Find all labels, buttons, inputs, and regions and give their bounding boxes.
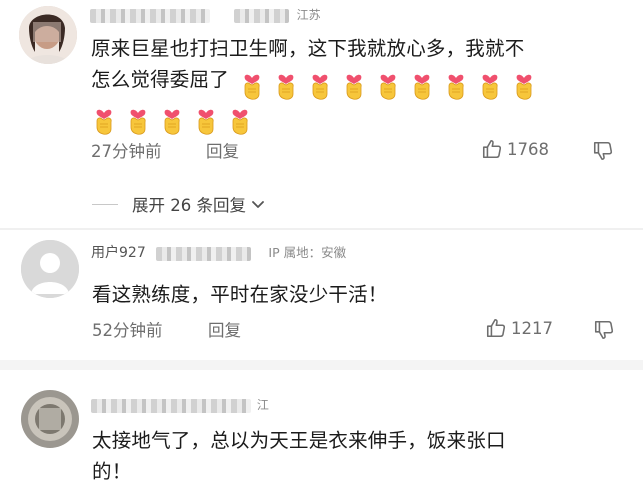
section-divider	[0, 360, 643, 370]
finger-heart-emoji	[477, 70, 503, 100]
finger-heart-emoji	[159, 105, 185, 135]
comment-text-line: 的！	[92, 460, 132, 483]
avatar[interactable]	[21, 240, 79, 298]
avatar[interactable]	[21, 390, 79, 448]
ip-location: IP 属地：安徽	[268, 245, 347, 260]
reply-button[interactable]: 回复	[208, 317, 241, 341]
thumbs-down-icon[interactable]	[593, 319, 615, 341]
emoji-row	[91, 104, 261, 136]
blurred-username	[90, 8, 210, 23]
like-button[interactable]: 1768	[481, 138, 549, 160]
thumbs-up-icon	[481, 138, 503, 160]
comment-time: 27分钟前	[91, 142, 162, 161]
finger-heart-emoji	[307, 70, 333, 100]
finger-heart-emoji	[91, 105, 117, 135]
default-avatar-icon	[21, 240, 79, 298]
comment-text-line	[91, 100, 636, 136]
comment-item: 江 太接地气了，总以为天王是衣来伸手，饭来张口 的！	[0, 370, 643, 483]
comment-text-line: 原来巨星也打扫卫生啊，这下我就放心多，我就不	[91, 37, 525, 60]
comment-header: 江	[91, 396, 269, 413]
chevron-down-icon	[252, 201, 264, 208]
comment-time: 52分钟前	[92, 321, 163, 340]
ip-location: 江苏	[296, 8, 321, 22]
comment-text: 看这熟练度，平时在家没少干活！	[92, 283, 388, 306]
thumbs-up-icon	[485, 317, 507, 339]
emoji-row	[239, 68, 545, 100]
like-count: 1217	[511, 318, 553, 338]
username-partial: 江	[256, 398, 269, 412]
finger-heart-emoji	[125, 105, 151, 135]
finger-heart-emoji	[273, 70, 299, 100]
username-partial: 用户927	[91, 245, 146, 261]
comment-text-line: 怎么觉得委屈了	[91, 64, 636, 100]
expand-divider	[92, 203, 118, 205]
expand-replies-button[interactable]: 展开 26 条回复	[92, 192, 266, 216]
comment-text: 太接地气了，总以为天王是衣来伸手，饭来张口 的！	[92, 425, 632, 487]
finger-heart-emoji	[193, 105, 219, 135]
finger-heart-emoji	[511, 70, 537, 100]
avatar-photo-icon	[19, 6, 77, 64]
comment-item: 江苏 原来巨星也打扫卫生啊，这下我就放心多，我就不 怎么觉得委屈了 27分钟前 …	[0, 0, 643, 230]
comment-text-line: 太接地气了，总以为天王是衣来伸手，饭来张口	[92, 429, 506, 452]
comment-text-segment: 怎么觉得委屈了	[91, 68, 229, 91]
comment-header: 用户927 IP 属地：安徽	[91, 242, 346, 262]
finger-heart-emoji	[443, 70, 469, 100]
comment-text: 原来巨星也打扫卫生啊，这下我就放心多，我就不 怎么觉得委屈了	[91, 33, 636, 135]
blurred-ip-label	[233, 8, 289, 23]
finger-heart-emoji	[409, 70, 435, 100]
finger-heart-emoji	[375, 70, 401, 100]
reply-button[interactable]: 回复	[206, 138, 239, 162]
section-divider	[0, 228, 643, 230]
comment-header: 江苏	[90, 6, 321, 23]
blurred-username	[155, 246, 251, 261]
finger-heart-emoji	[341, 70, 367, 100]
like-count: 1768	[507, 139, 549, 159]
thumbs-down-icon[interactable]	[592, 140, 614, 162]
expand-replies-label: 展开 26 条回复	[132, 196, 246, 215]
finger-heart-emoji	[239, 70, 265, 100]
finger-heart-emoji	[227, 105, 253, 135]
comment-item: 用户927 IP 属地：安徽 看这熟练度，平时在家没少干活！ 52分钟前 回复 …	[0, 236, 643, 356]
avatar-photo-icon	[21, 390, 79, 448]
blurred-username	[91, 398, 251, 413]
avatar[interactable]	[19, 6, 77, 64]
like-button[interactable]: 1217	[485, 317, 553, 339]
